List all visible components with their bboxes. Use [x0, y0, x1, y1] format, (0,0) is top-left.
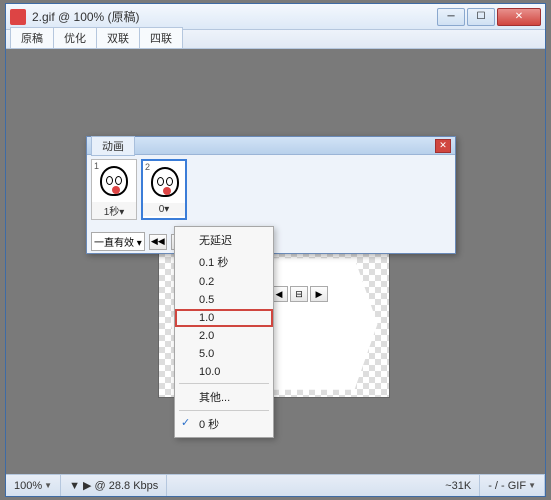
next-icon[interactable]: ▶ [310, 286, 328, 302]
frames-strip: 1 1秒▾ 2 0▾ [87, 155, 455, 224]
menu-separator [179, 410, 269, 411]
view-tabs: 原稿 优化 双联 四联 [6, 30, 545, 49]
delay-context-menu: 无延迟 0.1 秒 0.2 0.5 1.0 2.0 5.0 10.0 其他...… [174, 226, 274, 438]
menu-item-10-0[interactable]: 10.0 [175, 363, 273, 381]
menu-item-5-0[interactable]: 5.0 [175, 345, 273, 363]
dropdown-icon: ▼ [44, 481, 52, 490]
frame-delay-label[interactable]: 1秒▾ [92, 202, 136, 219]
rewind-button[interactable]: ◀◀ [149, 234, 167, 250]
playback-controls: ◀ ⊟ ▶ [270, 286, 328, 302]
menu-item-other[interactable]: 其他... [175, 386, 273, 408]
frame-thumb: 1 [92, 160, 136, 202]
frame-1[interactable]: 1 1秒▾ [91, 159, 137, 220]
window-controls: ─ ☐ ✕ [437, 8, 541, 26]
loop-selector[interactable]: 一直有效 ▾ [91, 232, 145, 251]
panel-tab-animation[interactable]: 动画 [91, 136, 135, 156]
rate-indicator[interactable]: ▼ ▶ @ 28.8 Kbps [61, 475, 167, 496]
tab-original[interactable]: 原稿 [10, 27, 54, 48]
frame-number: 1 [94, 161, 99, 171]
filesize-indicator: ~31K [437, 475, 480, 496]
menu-item-no-delay[interactable]: 无延迟 [175, 229, 273, 251]
dropdown-icon: ▼ [528, 481, 536, 490]
tab-optimized[interactable]: 优化 [53, 27, 97, 48]
close-button[interactable]: ✕ [497, 8, 541, 26]
face-icon [151, 167, 179, 197]
tab-2up[interactable]: 双联 [96, 27, 140, 48]
frame-2[interactable]: 2 0▾ [141, 159, 187, 220]
stop-icon[interactable]: ⊟ [290, 286, 308, 302]
app-window: 2.gif @ 100% (原稿) ─ ☐ ✕ 原稿 优化 双联 四联 ◀ ⊟ … [5, 3, 546, 497]
menu-separator [179, 383, 269, 384]
minimize-button[interactable]: ─ [437, 8, 465, 26]
face-icon [100, 166, 128, 196]
format-indicator[interactable]: - / - GIF ▼ [480, 475, 545, 496]
canvas-area: ◀ ⊟ ▶ [6, 50, 545, 474]
zoom-value: 100% [14, 480, 42, 492]
menu-item-0-1[interactable]: 0.1 秒 [175, 251, 273, 273]
check-icon: ✓ [181, 416, 190, 429]
maximize-button[interactable]: ☐ [467, 8, 495, 26]
frame-delay-label[interactable]: 0▾ [143, 203, 185, 216]
menu-item-0-2[interactable]: 0.2 [175, 273, 273, 291]
frame-number: 2 [145, 162, 150, 172]
menu-item-1-0[interactable]: 1.0 [175, 309, 273, 327]
menu-item-2-0[interactable]: 2.0 [175, 327, 273, 345]
menu-item-label: 0 秒 [199, 419, 219, 431]
menu-item-0-5[interactable]: 0.5 [175, 291, 273, 309]
tab-4up[interactable]: 四联 [139, 27, 183, 48]
format-value: - / - GIF [488, 480, 526, 492]
frame-thumb: 2 [143, 161, 185, 203]
zoom-selector[interactable]: 100% ▼ [6, 475, 61, 496]
app-icon [10, 9, 26, 25]
panel-close-button[interactable]: ✕ [435, 139, 451, 153]
menu-item-0-sec[interactable]: ✓ 0 秒 [175, 413, 273, 435]
window-title: 2.gif @ 100% (原稿) [32, 8, 437, 25]
statusbar: 100% ▼ ▼ ▶ @ 28.8 Kbps ~31K - / - GIF ▼ [6, 474, 545, 496]
panel-header: 动画 ✕ [87, 137, 455, 155]
